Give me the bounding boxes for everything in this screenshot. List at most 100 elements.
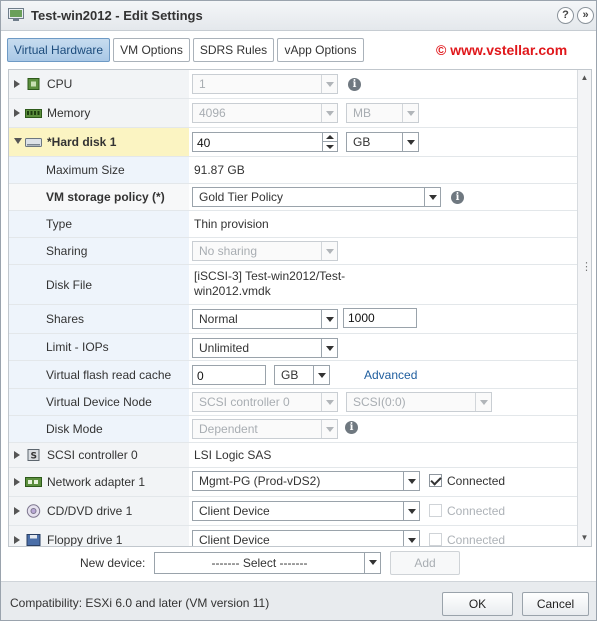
tab-virtual-hardware[interactable]: Virtual Hardware <box>7 38 110 62</box>
network-value: Mgmt-PG (Prod-vDS2) <box>199 474 321 488</box>
disk-size-input[interactable]: 40 <box>192 132 338 152</box>
cd-dvd-connected-checkbox[interactable] <box>429 504 442 517</box>
device-slot-select[interactable]: SCSI(0:0) <box>346 392 492 412</box>
floppy-value: Client Device <box>199 533 270 547</box>
disk-file-label: Disk File <box>46 277 93 292</box>
expand-right-icon[interactable] <box>14 80 20 88</box>
row-cpu: CPU 1 i <box>9 70 578 99</box>
watermark: © www.vstellar.com <box>436 42 568 58</box>
limit-iops-select[interactable]: Unlimited <box>192 338 338 358</box>
sharing-select[interactable]: No sharing <box>192 241 338 261</box>
advanced-link[interactable]: Advanced <box>364 368 417 382</box>
maximum-size-label: Maximum Size <box>46 163 125 177</box>
flash-cache-unit-value: GB <box>281 368 299 382</box>
floppy-icon <box>26 534 41 546</box>
disk-size-stepper[interactable] <box>322 133 337 151</box>
expand-right-icon[interactable] <box>14 478 20 486</box>
scroll-down-icon[interactable]: ▼ <box>578 531 591 544</box>
floppy-label: Floppy drive 1 <box>47 533 123 547</box>
hard-disk-icon <box>25 138 42 147</box>
tab-vm-options[interactable]: VM Options <box>113 38 190 62</box>
expand-right-icon[interactable] <box>14 536 20 544</box>
sharing-label: Sharing <box>46 244 88 258</box>
network-connected-checkbox[interactable] <box>429 474 442 487</box>
row-hard-disk: *Hard disk 1 40 GB <box>9 128 578 157</box>
memory-unit-select[interactable]: MB <box>346 103 419 123</box>
memory-unit-value: MB <box>353 106 371 120</box>
limit-iops-value: Unlimited <box>199 341 250 355</box>
maximum-size-value: 91.87 GB <box>194 163 245 177</box>
add-button[interactable]: Add <box>390 551 460 575</box>
expand-right-icon[interactable] <box>14 109 20 117</box>
new-device-value: ------- Select ------- <box>211 556 308 570</box>
storage-policy-label: VM storage policy (*) <box>46 190 165 204</box>
row-shares: Shares Normal 1000 <box>9 305 578 334</box>
memory-size-select[interactable]: 4096 <box>192 103 338 123</box>
sharing-value: No sharing <box>199 244 258 258</box>
tab-vapp-options[interactable]: vApp Options <box>277 38 364 62</box>
scroll-up-icon[interactable]: ▲ <box>578 71 591 84</box>
disk-size-value: 40 <box>197 136 211 150</box>
network-select[interactable]: Mgmt-PG (Prod-vDS2) <box>192 471 420 491</box>
disk-unit-value: GB <box>353 135 371 149</box>
scsi-controller-icon: S <box>27 449 40 462</box>
scsi-controller-value: LSI Logic SAS <box>194 448 272 462</box>
floppy-connected-checkbox[interactable] <box>429 533 442 546</box>
cd-dvd-connected-label: Connected <box>447 504 506 518</box>
hardware-grid: CPU 1 i Memory 4096 MB *Hard disk 1 40 G… <box>8 69 592 547</box>
row-sharing: Sharing No sharing <box>9 238 578 265</box>
device-node-label: Virtual Device Node <box>46 395 152 409</box>
vertical-scrollbar[interactable]: ▲ ⋮⋮ ▼ <box>577 70 591 546</box>
cpu-count-select[interactable]: 1 <box>192 74 338 94</box>
memory-label: Memory <box>47 106 91 120</box>
info-icon[interactable]: i <box>451 191 464 204</box>
row-scsi-controller: S SCSI controller 0 LSI Logic SAS <box>9 443 578 468</box>
row-flash-cache: Virtual flash read cache 0 GB Advanced <box>9 361 578 389</box>
scroll-grip-icon[interactable]: ⋮⋮ <box>581 260 591 273</box>
floppy-select[interactable]: Client Device <box>192 530 420 547</box>
row-maximum-size: Maximum Size 91.87 GB <box>9 157 578 184</box>
flash-cache-unit-select[interactable]: GB <box>274 365 330 385</box>
row-network-adapter: Network adapter 1 Mgmt-PG (Prod-vDS2) Co… <box>9 468 578 497</box>
type-label: Type <box>46 217 73 231</box>
storage-policy-select[interactable]: Gold Tier Policy <box>192 187 441 207</box>
shares-amount-value: 1000 <box>348 311 375 325</box>
disk-unit-select[interactable]: GB <box>346 132 419 152</box>
cancel-button[interactable]: Cancel <box>522 592 589 616</box>
disk-mode-label: Disk Mode <box>46 422 103 436</box>
disk-mode-select[interactable]: Dependent <box>192 419 338 439</box>
expand-right-icon[interactable] <box>14 451 20 459</box>
new-device-select[interactable]: ------- Select ------- <box>154 552 381 574</box>
info-icon[interactable]: i <box>345 421 358 434</box>
cpu-label: CPU <box>47 77 73 91</box>
cpu-icon <box>27 78 40 90</box>
device-controller-select[interactable]: SCSI controller 0 <box>192 392 338 412</box>
memory-size-value: 4096 <box>199 106 226 120</box>
svg-text:S: S <box>31 452 37 462</box>
row-device-node: Virtual Device Node SCSI controller 0 SC… <box>9 389 578 416</box>
flash-cache-input[interactable]: 0 <box>192 365 266 385</box>
help-button[interactable]: ? <box>557 7 574 24</box>
storage-policy-value: Gold Tier Policy <box>199 190 284 204</box>
cpu-count-value: 1 <box>199 77 206 91</box>
disk-file-path-line2: win2012.vmdk <box>194 284 271 298</box>
info-icon[interactable]: i <box>348 78 361 91</box>
cd-dvd-label: CD/DVD drive 1 <box>47 504 133 518</box>
expand-button[interactable]: » <box>577 7 594 24</box>
compatibility-text: Compatibility: ESXi 6.0 and later (VM ve… <box>10 596 270 610</box>
row-type: Type Thin provision <box>9 211 578 238</box>
expand-down-icon[interactable] <box>14 138 22 144</box>
expand-right-icon[interactable] <box>14 507 20 515</box>
shares-amount-input[interactable]: 1000 <box>343 308 417 328</box>
title-bar: Test-win2012 - Edit Settings ? » <box>1 1 596 31</box>
cd-dvd-select[interactable]: Client Device <box>192 501 420 521</box>
row-floppy-drive: Floppy drive 1 Client Device Connected <box>9 526 578 547</box>
flash-cache-value: 0 <box>197 369 204 383</box>
cd-dvd-icon <box>26 504 41 518</box>
tab-sdrs-rules[interactable]: SDRS Rules <box>193 38 274 62</box>
disk-mode-value: Dependent <box>199 422 258 436</box>
shares-select[interactable]: Normal <box>192 309 338 329</box>
ok-button[interactable]: OK <box>442 592 513 616</box>
flash-cache-label: Virtual flash read cache <box>46 367 172 382</box>
edit-settings-dialog: Test-win2012 - Edit Settings ? » Virtual… <box>0 0 597 621</box>
